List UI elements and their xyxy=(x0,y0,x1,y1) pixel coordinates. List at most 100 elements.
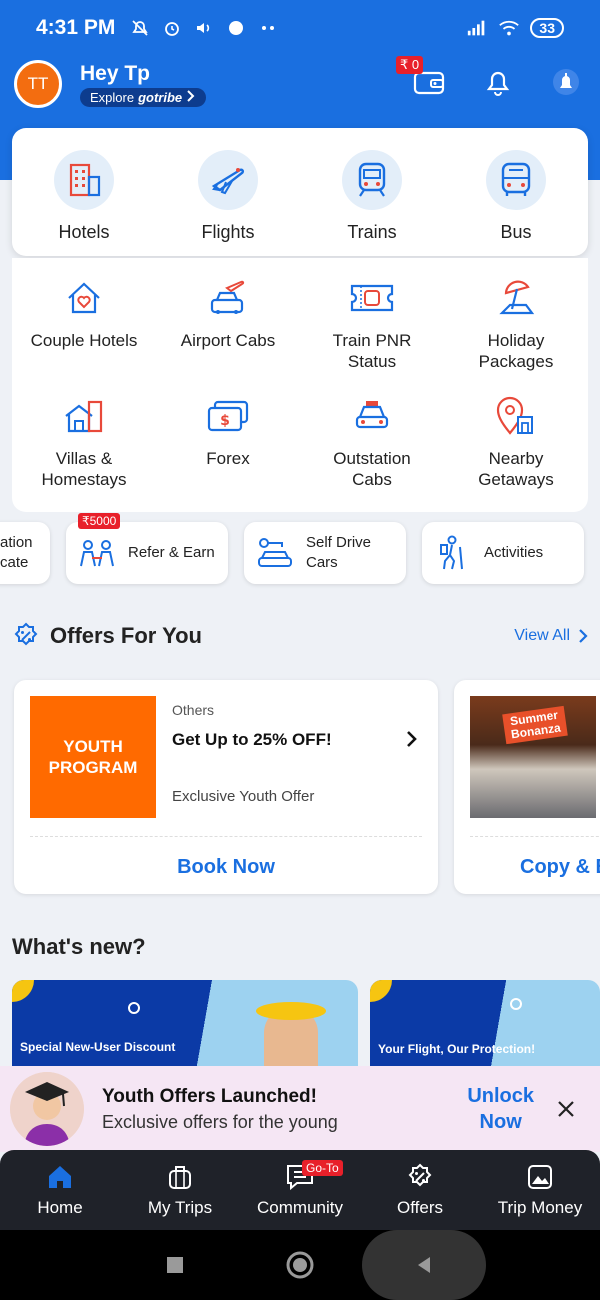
location-pin-icon xyxy=(492,392,540,440)
home-icon xyxy=(45,1162,75,1192)
nav-community[interactable]: Go-To Community xyxy=(240,1150,360,1230)
whats-new-banner[interactable]: Special New-User Discount xyxy=(12,980,358,1080)
greeting-block: Hey Tp Explore gotribe xyxy=(80,62,207,107)
explore-prefix: Explore xyxy=(90,89,135,105)
pill-label: Activities xyxy=(484,544,544,561)
service-trains[interactable]: Trains xyxy=(300,128,444,256)
wallet-button[interactable]: ₹ 0 xyxy=(396,56,450,104)
pill-self-drive-cars[interactable]: Self Drive Cars xyxy=(244,522,406,584)
book-now-button[interactable]: Book Now xyxy=(14,856,438,879)
service-airport-cabs[interactable]: Airport Cabs xyxy=(156,274,300,392)
percent-badge-icon xyxy=(12,622,40,650)
refer-reward-badge: ₹5000 xyxy=(78,513,121,529)
whats-new-title: What's new? xyxy=(12,934,146,959)
pill-activities[interactable]: Activities xyxy=(422,522,584,584)
hat-shape xyxy=(256,1002,326,1020)
notifications-button[interactable] xyxy=(478,64,518,104)
taxi-icon xyxy=(348,392,396,440)
offer-card[interactable]: YOUTH PROGRAM Others Get Up to 25% OFF! … xyxy=(14,680,438,894)
mute-icon xyxy=(129,17,151,39)
chat-bubble-icon xyxy=(225,17,247,39)
nav-label: Offers xyxy=(397,1198,443,1217)
service-label: Train PNR Status xyxy=(332,331,412,371)
banner-text: Your Flight, Our Protection! xyxy=(378,1042,536,1056)
flight-icon xyxy=(198,150,258,210)
quick-links-row: ation cate ₹5000 Refer & Earn Self Drive… xyxy=(0,513,600,586)
status-time: 4:31 PM xyxy=(36,16,116,39)
volume-icon xyxy=(193,17,215,39)
service-forex[interactable]: $ Forex xyxy=(156,392,300,510)
money-icon: $ xyxy=(204,392,252,440)
nav-trip-money[interactable]: Trip Money xyxy=(480,1150,600,1230)
promo-title: Youth Offers Launched! xyxy=(102,1085,317,1107)
offer-title: Get Up to 25% OFF! xyxy=(172,730,332,749)
service-train-pnr-status[interactable]: Train PNR Status xyxy=(300,274,444,392)
service-flights[interactable]: Flights xyxy=(156,128,300,256)
circle-icon xyxy=(286,1251,314,1279)
nav-home[interactable]: Home xyxy=(0,1150,120,1230)
svg-text:$: $ xyxy=(220,413,230,429)
app-header: TT Hey Tp Explore gotribe ₹ 0 xyxy=(14,56,586,112)
heart-home-icon xyxy=(60,274,108,322)
home-system-button[interactable] xyxy=(275,1230,325,1300)
graduate-avatar-icon xyxy=(10,1072,84,1146)
ticket-icon xyxy=(348,274,396,322)
bottom-navigation: Home My Trips Go-To Community Offers Tri… xyxy=(0,1150,600,1230)
service-couple-hotels[interactable]: Couple Hotels xyxy=(12,274,156,392)
banner-decoration xyxy=(128,1002,140,1014)
more-dots-icon xyxy=(257,17,279,39)
banner-decoration xyxy=(370,980,392,1002)
pill-label: Self Drive Cars xyxy=(306,534,372,571)
chevron-right-icon xyxy=(186,89,196,105)
whats-new-banner[interactable]: Your Flight, Our Protection! xyxy=(370,980,600,1080)
support-button[interactable] xyxy=(546,64,586,104)
recents-button[interactable] xyxy=(150,1230,200,1300)
avatar[interactable]: TT xyxy=(14,60,62,108)
promo-subtitle: Exclusive offers for the young xyxy=(102,1111,338,1132)
thumbnail-text: Summer Bonanza xyxy=(502,705,568,745)
back-system-button[interactable] xyxy=(362,1230,486,1300)
image-icon xyxy=(525,1162,555,1192)
service-hotels[interactable]: Hotels xyxy=(12,128,156,256)
nav-label: Trip Money xyxy=(497,1198,583,1217)
unlock-now-button[interactable]: Unlock Now xyxy=(467,1083,534,1135)
service-nearby-getaways[interactable]: Nearby Getaways xyxy=(444,392,588,510)
square-icon xyxy=(166,1256,184,1274)
service-label: Hotels xyxy=(58,222,110,242)
service-label: Couple Hotels xyxy=(30,331,138,350)
pill-refer-earn[interactable]: ₹5000 Refer & Earn xyxy=(66,513,228,584)
community-badge: Go-To xyxy=(302,1160,343,1176)
copy-code-button[interactable]: Copy & E xyxy=(520,856,600,879)
banner-text: Special New-User Discount xyxy=(20,1040,176,1054)
youth-offer-banner[interactable]: Youth Offers Launched! Exclusive offers … xyxy=(0,1066,600,1152)
offers-header: Offers For You View All xyxy=(12,622,588,650)
pill-label: ation cate xyxy=(0,534,33,571)
chevron-right-icon[interactable] xyxy=(406,730,418,754)
offer-thumbnail: Summer Bonanza xyxy=(470,696,596,818)
offers-title: Offers For You xyxy=(50,623,202,648)
bus-icon xyxy=(486,150,546,210)
service-holiday-packages[interactable]: Holiday Packages xyxy=(444,274,588,392)
wallet-amount-badge: ₹ 0 xyxy=(396,56,424,74)
offer-card[interactable]: Summer Bonanza Copy & E xyxy=(454,680,600,894)
people-icon xyxy=(78,538,116,568)
nav-my-trips[interactable]: My Trips xyxy=(120,1150,240,1230)
promo-text: Youth Offers Launched! Exclusive offers … xyxy=(102,1086,338,1133)
close-icon[interactable] xyxy=(554,1097,578,1121)
divider xyxy=(30,836,422,837)
service-bus[interactable]: Bus xyxy=(444,128,588,256)
nav-offers[interactable]: Offers xyxy=(360,1150,480,1230)
service-label: Trains xyxy=(347,222,397,242)
wifi-icon xyxy=(498,17,520,39)
service-outstation-cabs[interactable]: Outstation Cabs xyxy=(300,392,444,510)
hiker-icon xyxy=(436,535,468,571)
pill-vacation-certificate[interactable]: ation cate xyxy=(0,522,50,584)
service-villas-homestays[interactable]: Villas & Homestays xyxy=(12,392,156,510)
chevron-right-icon xyxy=(578,629,588,643)
explore-gotribe-button[interactable]: Explore gotribe xyxy=(80,87,207,107)
view-all-link[interactable]: View All xyxy=(514,627,588,645)
explore-brand: gotribe xyxy=(138,89,183,105)
alarm-icon xyxy=(161,17,183,39)
banner-decoration xyxy=(12,980,34,1002)
service-label: Airport Cabs xyxy=(180,331,276,350)
